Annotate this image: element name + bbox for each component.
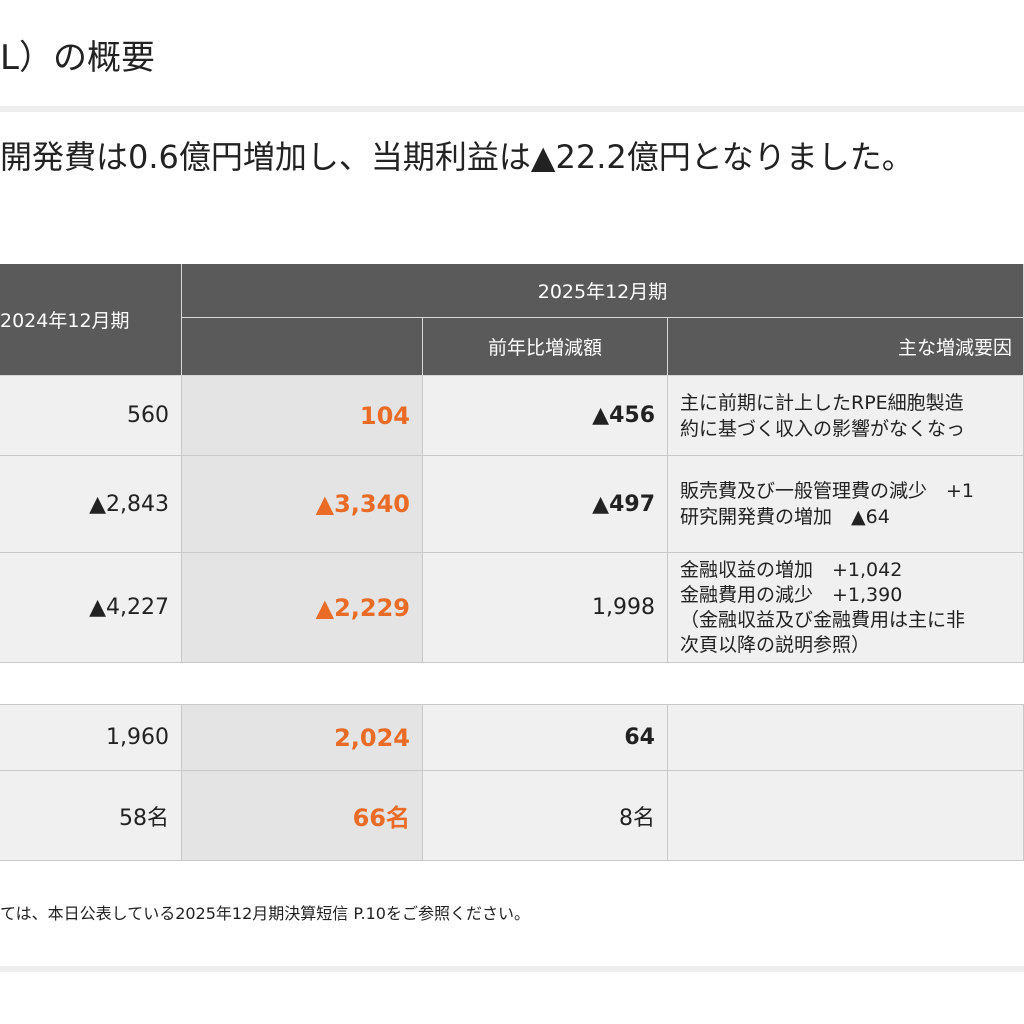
row5-cur: 66名 — [182, 771, 423, 861]
bottom-divider — [0, 966, 1024, 972]
financial-table: 2024年12月期 2025年12月期 前年比増減額 主な増減要因 560 10… — [0, 264, 1024, 862]
row3-cur: ▲2,229 — [182, 553, 423, 663]
row3-prev: ▲4,227 — [0, 553, 182, 663]
row1-reason: 主に前期に計上したRPE細胞製造 約に基づく収入の影響がなくなっ — [668, 376, 1024, 456]
title-divider — [0, 106, 1024, 112]
header-diff: 前年比増減額 — [423, 318, 668, 376]
summary-text: 開発費は0.6億円増加し、当期利益は▲22.2億円となりました。 — [0, 138, 914, 176]
row2-reason-line2: 研究開発費の増加 ▲64 — [680, 506, 890, 528]
row4-prev: 1,960 — [0, 704, 182, 771]
row4-diff: 64 — [423, 704, 668, 771]
row3-reason-line3: （金融収益及び金融費用は主に非 — [680, 608, 966, 631]
header-2025-value — [182, 318, 423, 376]
row1-reason-line1: 主に前期に計上したRPE細胞製造 — [680, 391, 964, 414]
row2-reason-line1: 販売費及び一般管理費の減少 +1 — [680, 480, 975, 502]
footnote: ては、本日公表している2025年12月期決算短信 P.10をご参照ください。 — [0, 904, 530, 923]
section-title: L）の概要 — [0, 38, 155, 78]
row3-reason-line4: 次頁以降の説明参照） — [680, 633, 871, 656]
row2-diff: ▲497 — [423, 456, 668, 553]
row5-prev: 58名 — [0, 771, 182, 861]
row1-cur: 104 — [182, 376, 423, 456]
header-2025-label: 2025年12月期 — [537, 281, 668, 303]
page: L）の概要 開発費は0.6億円増加し、当期利益は▲22.2億円となりました。 2… — [0, 0, 1024, 1024]
row4-reason — [668, 704, 1024, 771]
row5-diff: 8名 — [423, 771, 668, 861]
header-2024-label: 2024年12月期 — [0, 310, 130, 332]
row4-cur: 2,024 — [182, 704, 423, 771]
row1-reason-line2: 約に基づく収入の影響がなくなっ — [680, 417, 966, 440]
row1-prev: 560 — [0, 376, 182, 456]
row5-reason — [668, 771, 1024, 861]
header-diff-label: 前年比増減額 — [487, 337, 602, 359]
row3-reason-line2: 金融費用の減少 +1,390 — [680, 583, 903, 606]
row3-diff: 1,998 — [423, 553, 668, 663]
row3-reason-line1: 金融収益の増加 +1,042 — [680, 558, 903, 581]
header-reason: 主な増減要因 — [668, 318, 1024, 376]
row2-reason: 販売費及び一般管理費の減少 +1 研究開発費の増加 ▲64 — [668, 456, 1024, 553]
row2-cur: ▲3,340 — [182, 456, 423, 553]
row1-diff: ▲456 — [423, 376, 668, 456]
header-reason-label: 主な増減要因 — [898, 337, 1013, 359]
row3-reason: 金融収益の増加 +1,042 金融費用の減少 +1,390 （金融収益及び金融費… — [668, 553, 1024, 663]
header-2024: 2024年12月期 — [0, 264, 182, 376]
header-2025: 2025年12月期 — [182, 264, 1024, 318]
row2-prev: ▲2,843 — [0, 456, 182, 553]
